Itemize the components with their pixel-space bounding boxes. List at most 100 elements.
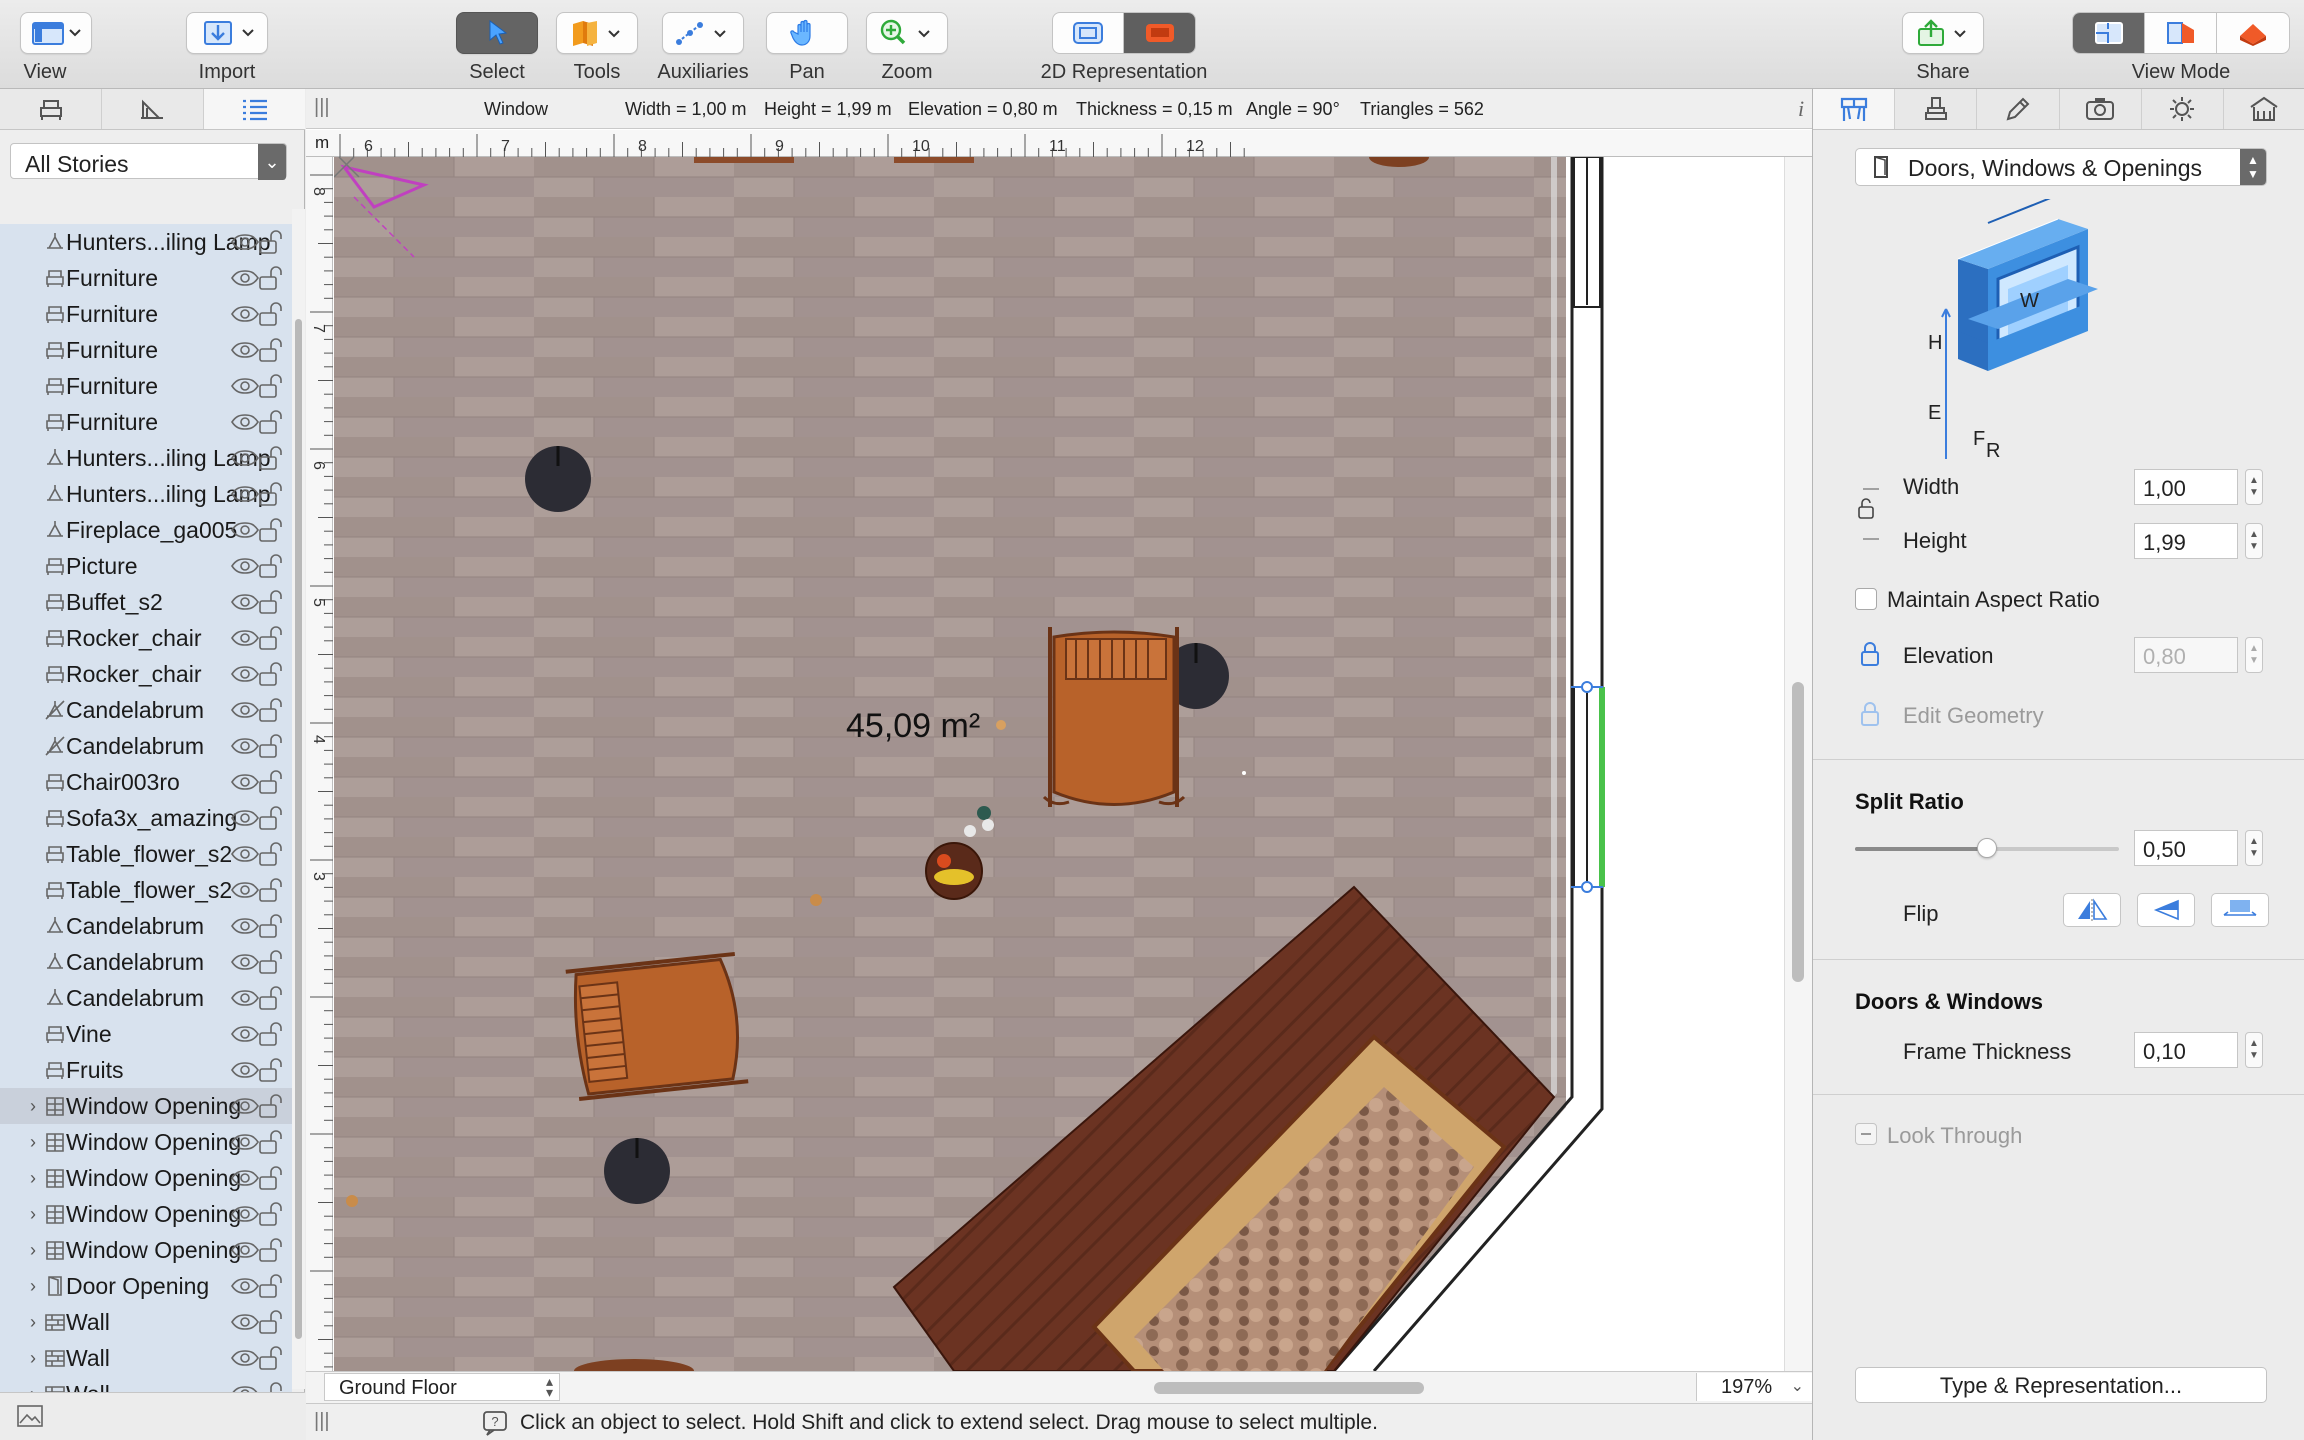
object-tree-row[interactable]: › Window Opening — [0, 1232, 292, 1268]
object-tree-row[interactable]: Furniture — [0, 296, 292, 332]
visibility-eye-icon[interactable] — [230, 773, 260, 791]
view-mode-2d[interactable] — [2073, 13, 2145, 53]
visibility-eye-icon[interactable] — [230, 341, 260, 359]
unlock-icon[interactable] — [257, 624, 285, 652]
visibility-eye-icon[interactable] — [230, 1169, 260, 1187]
zoom-control[interactable]: Zoom — [866, 12, 948, 84]
split-ratio-knob[interactable] — [1977, 838, 1997, 858]
look-through-checkbox[interactable] — [1855, 1123, 1877, 1145]
visibility-eye-icon[interactable] — [230, 1277, 260, 1295]
disclosure-chevron-icon[interactable]: › — [26, 1348, 40, 1369]
lock-icon[interactable] — [1859, 641, 1881, 667]
elevation-stepper[interactable]: ▲ ▼ — [2245, 637, 2263, 673]
share-control[interactable]: Share — [1902, 12, 1984, 84]
room-area-label[interactable]: 45,09 m² — [846, 707, 980, 745]
height-stepper[interactable]: ▲ ▼ — [2245, 523, 2263, 559]
unlock-icon[interactable] — [257, 1344, 285, 1372]
link-dimensions-icon[interactable] — [1855, 479, 1885, 549]
unlock-icon[interactable] — [257, 1128, 285, 1156]
candle-3[interactable] — [346, 1195, 358, 1207]
window-handle-bottom[interactable] — [1581, 881, 1593, 893]
unlock-icon[interactable] — [257, 984, 285, 1012]
zoom-button[interactable] — [866, 12, 948, 54]
unlock-icon[interactable] — [257, 228, 285, 256]
object-tree-row[interactable]: Candelabrum — [0, 728, 292, 764]
unlock-icon[interactable] — [257, 732, 285, 760]
visibility-eye-icon[interactable] — [230, 629, 260, 647]
candle-2[interactable] — [810, 894, 822, 906]
object-tree-row[interactable]: Fruits — [0, 1052, 292, 1088]
width-stepper[interactable]: ▲ ▼ — [2245, 469, 2263, 505]
table-flower[interactable] — [925, 842, 983, 900]
share-button[interactable] — [1902, 12, 1984, 54]
plan-horizontal-scroll-thumb[interactable] — [1154, 1382, 1424, 1394]
object-tree-row[interactable]: Candelabrum — [0, 944, 292, 980]
pan-button[interactable] — [766, 12, 848, 54]
representation-option-3d[interactable] — [1124, 13, 1195, 53]
object-tree-row[interactable]: › Door Opening — [0, 1268, 292, 1304]
disclosure-chevron-icon[interactable]: › — [26, 1132, 40, 1153]
disclosure-chevron-icon[interactable]: › — [26, 1204, 40, 1225]
stories-select[interactable]: All Stories ⌄ — [10, 143, 287, 180]
tab-styles[interactable] — [102, 89, 204, 129]
object-tree-row[interactable]: Furniture — [0, 368, 292, 404]
width-input[interactable]: 1,00 — [2134, 469, 2238, 505]
view-mode-control[interactable]: View Mode — [2072, 12, 2290, 84]
frame-thickness-stepper[interactable]: ▲ ▼ — [2245, 1032, 2263, 1068]
unlock-icon[interactable] — [257, 588, 285, 616]
tools-control[interactable]: Tools — [556, 12, 638, 84]
visibility-eye-icon[interactable] — [230, 377, 260, 395]
visibility-eye-icon[interactable] — [230, 845, 260, 863]
unlock-icon[interactable] — [257, 1200, 285, 1228]
visibility-eye-icon[interactable] — [230, 1097, 260, 1115]
import-control[interactable]: Import — [186, 12, 268, 84]
split-ratio-input[interactable]: 0,50 — [2134, 830, 2238, 866]
object-tree-row[interactable]: Table_flower_s2 — [0, 836, 292, 872]
unlock-icon[interactable] — [257, 804, 285, 832]
plan-vertical-scrollbar[interactable] — [1784, 157, 1812, 1371]
tab-camera[interactable] — [2060, 89, 2142, 129]
rocker-chair-2[interactable] — [565, 951, 749, 1102]
object-tree-row[interactable]: Chair003ro — [0, 764, 292, 800]
object-tree-row[interactable]: › Window Opening — [0, 1196, 292, 1232]
window-handle-top[interactable] — [1581, 681, 1593, 693]
unlock-icon[interactable] — [257, 516, 285, 544]
floor-select[interactable]: Ground Floor ▴ ▾ — [324, 1373, 560, 1401]
object-tree-row[interactable]: Hunters...iling Lamp — [0, 224, 292, 260]
unlock-icon[interactable] — [257, 552, 285, 580]
visibility-eye-icon[interactable] — [230, 809, 260, 827]
visibility-eye-icon[interactable] — [230, 413, 260, 431]
representation-option-2d[interactable] — [1053, 13, 1124, 53]
visibility-eye-icon[interactable] — [230, 521, 260, 539]
tools-button[interactable] — [556, 12, 638, 54]
object-tree-row[interactable]: Fireplace_ga005 — [0, 512, 292, 548]
rocker-chair-1[interactable] — [1042, 627, 1186, 807]
split-ratio-stepper[interactable]: ▲ ▼ — [2245, 830, 2263, 866]
visibility-eye-icon[interactable] — [230, 449, 260, 467]
view-mode-3d[interactable] — [2217, 13, 2289, 53]
representation-control[interactable]: 2D Representation — [1041, 12, 1207, 84]
object-tree-row[interactable]: Hunters...iling Lamp — [0, 476, 292, 512]
unlock-icon[interactable] — [257, 912, 285, 940]
unlock-icon[interactable] — [257, 300, 285, 328]
unlock-icon[interactable] — [257, 336, 285, 364]
select-control[interactable]: Select — [456, 12, 538, 84]
unlock-icon[interactable] — [257, 876, 285, 904]
disclosure-chevron-icon[interactable]: › — [26, 1240, 40, 1261]
object-type-select[interactable]: Doors, Windows & Openings ▲ ▼ — [1855, 148, 2267, 186]
zoom-select[interactable]: 197% ⌄ — [1696, 1373, 1812, 1401]
visibility-eye-icon[interactable] — [230, 1349, 260, 1367]
object-tree-scroll-thumb[interactable] — [295, 319, 302, 1339]
object-tree-row[interactable]: › Wall — [0, 1340, 292, 1376]
visibility-eye-icon[interactable] — [230, 593, 260, 611]
unlock-icon[interactable] — [257, 1092, 285, 1120]
visibility-eye-icon[interactable] — [230, 989, 260, 1007]
vine-plant[interactable] — [977, 806, 991, 820]
visibility-eye-icon[interactable] — [230, 557, 260, 575]
visibility-eye-icon[interactable] — [230, 269, 260, 287]
unlock-icon[interactable] — [257, 768, 285, 796]
tab-building[interactable] — [2224, 89, 2304, 129]
help-bubble-icon[interactable]: ? — [482, 1410, 510, 1436]
visibility-eye-icon[interactable] — [230, 953, 260, 971]
visibility-eye-icon[interactable] — [230, 701, 260, 719]
